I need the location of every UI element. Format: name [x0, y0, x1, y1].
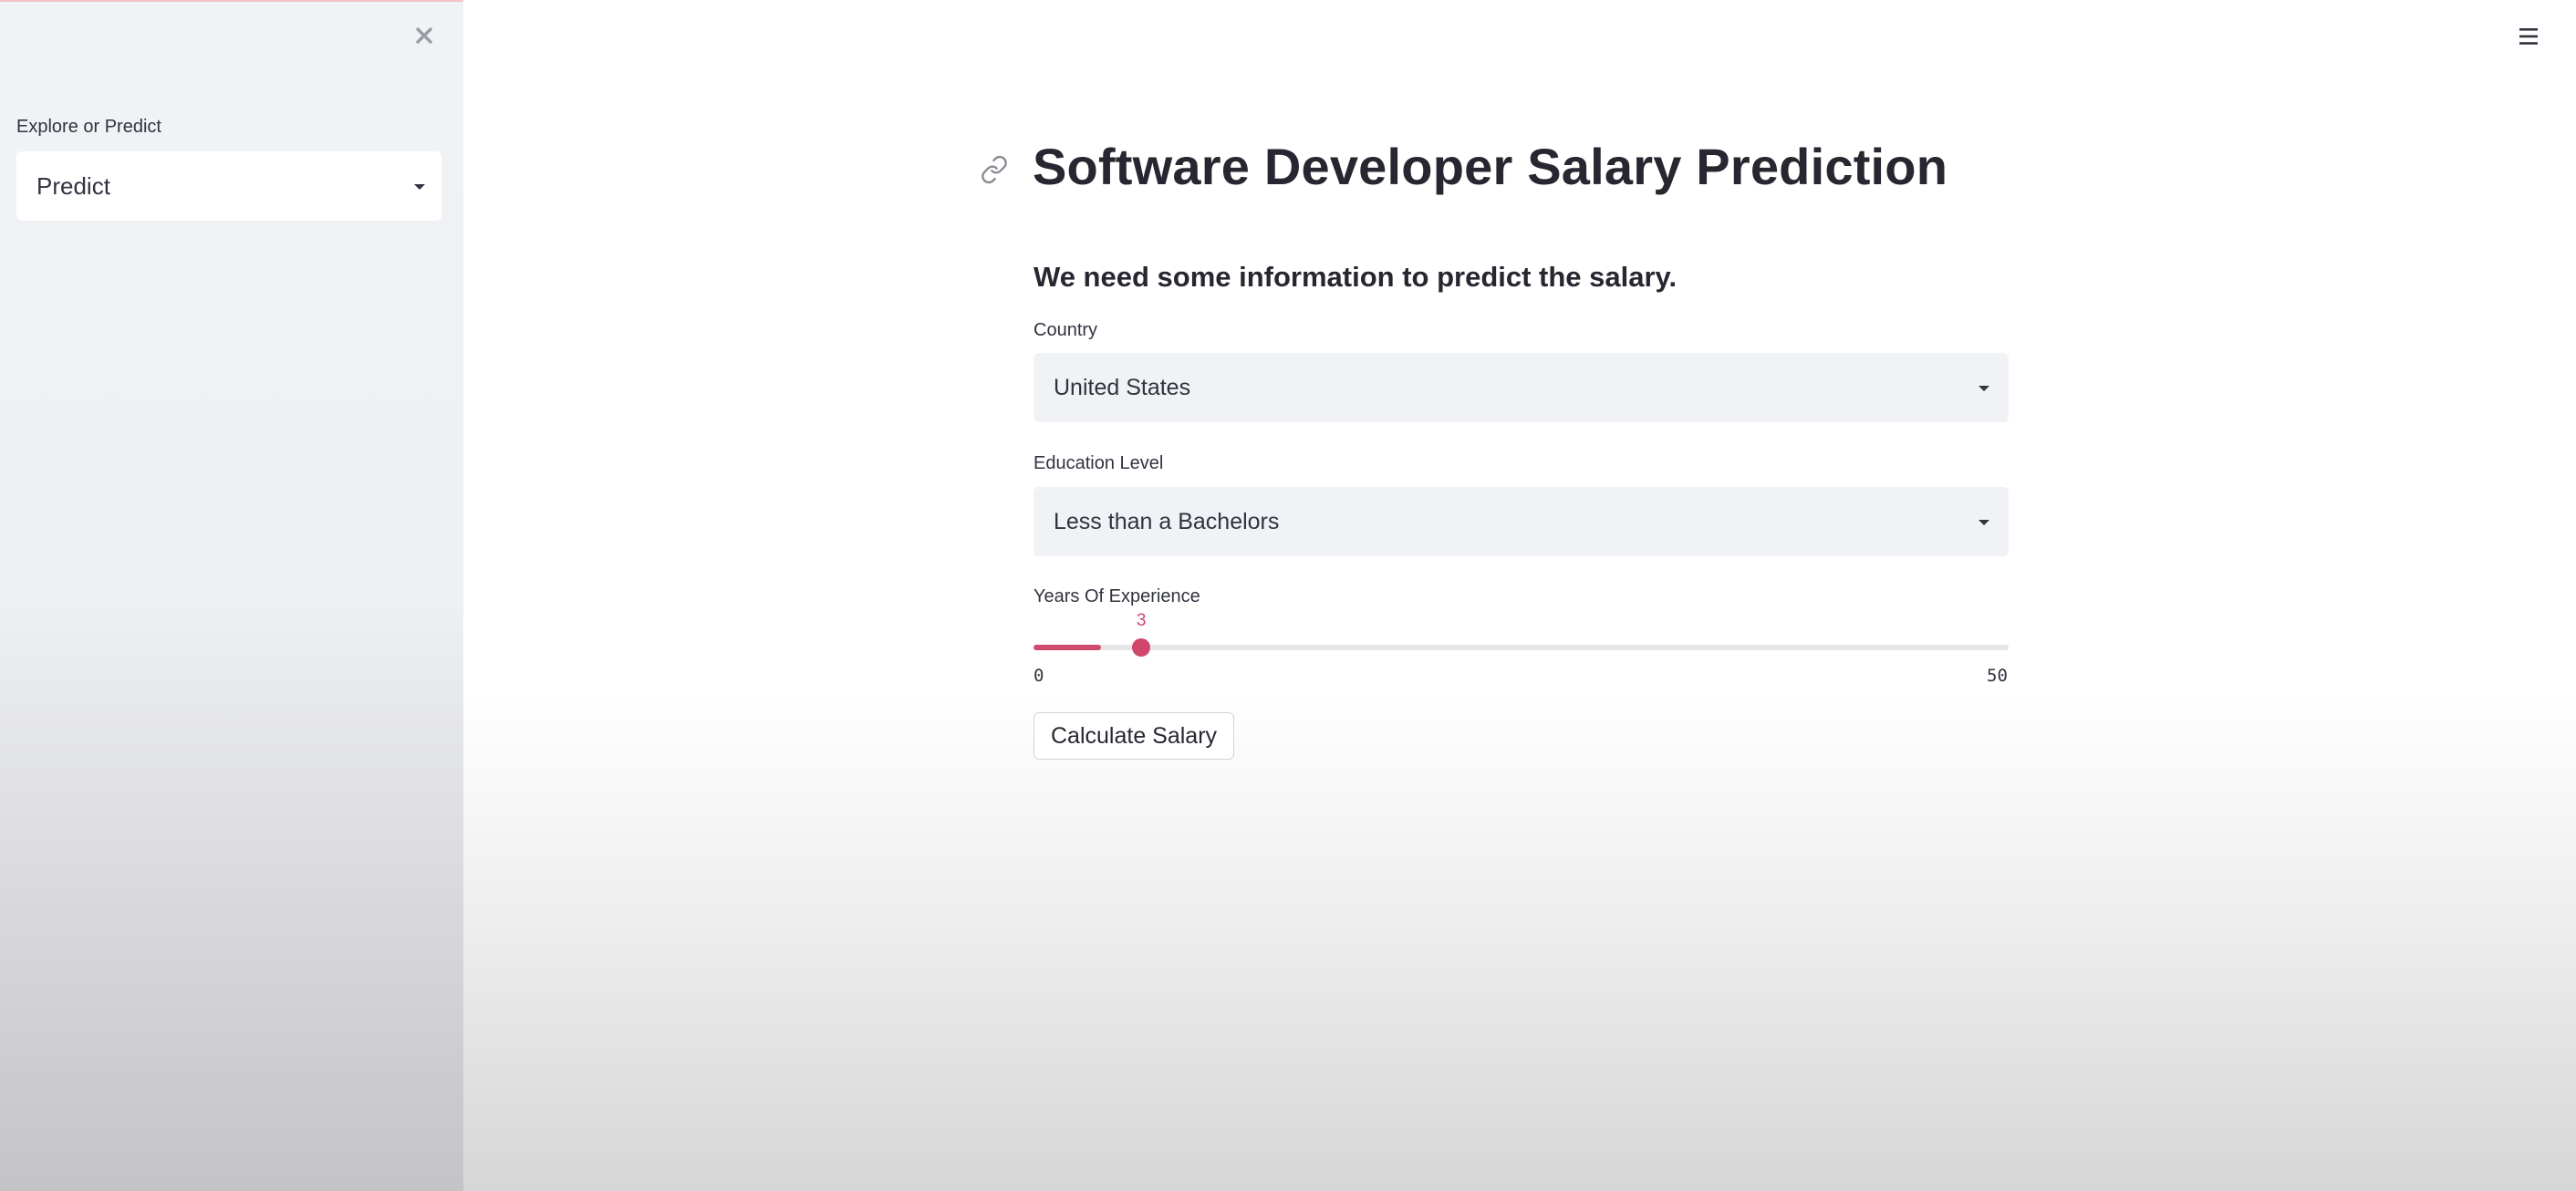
- years-of-experience-slider-track[interactable]: [1034, 645, 2009, 650]
- sidebar: Explore or Predict Predict: [0, 0, 463, 1191]
- explore-or-predict-select[interactable]: Predict: [16, 151, 441, 221]
- slider-min-label: 0: [1034, 666, 1044, 686]
- years-of-experience-label: Years Of Experience: [1034, 586, 1200, 606]
- hamburger-menu-icon[interactable]: [2512, 20, 2545, 53]
- slider-thumb[interactable]: [1132, 638, 1151, 657]
- education-level-value: Less than a Bachelors: [1054, 508, 1280, 534]
- page-title: Software Developer Salary Prediction: [1033, 138, 1948, 195]
- explore-or-predict-value: Predict: [36, 171, 110, 200]
- education-level-label: Education Level: [1034, 453, 1164, 473]
- calculate-salary-button[interactable]: Calculate Salary: [1034, 712, 1235, 760]
- country-select[interactable]: United States: [1034, 353, 2009, 422]
- education-level-select[interactable]: Less than a Bachelors: [1034, 487, 2009, 556]
- slider-value-label: 3: [1136, 611, 1147, 630]
- chevron-down-icon: [1979, 386, 1989, 391]
- chevron-down-icon: [1979, 520, 1989, 525]
- close-icon[interactable]: [409, 20, 440, 51]
- country-value: United States: [1054, 374, 1191, 400]
- country-label: Country: [1034, 320, 1098, 340]
- link-icon[interactable]: [980, 155, 1009, 184]
- subheader: We need some information to predict the …: [1034, 261, 1678, 293]
- slider-max-label: 50: [1987, 666, 2008, 686]
- chevron-down-icon: [414, 184, 425, 190]
- slider-fill: [1034, 645, 1102, 650]
- sidebar-select-label: Explore or Predict: [16, 117, 161, 137]
